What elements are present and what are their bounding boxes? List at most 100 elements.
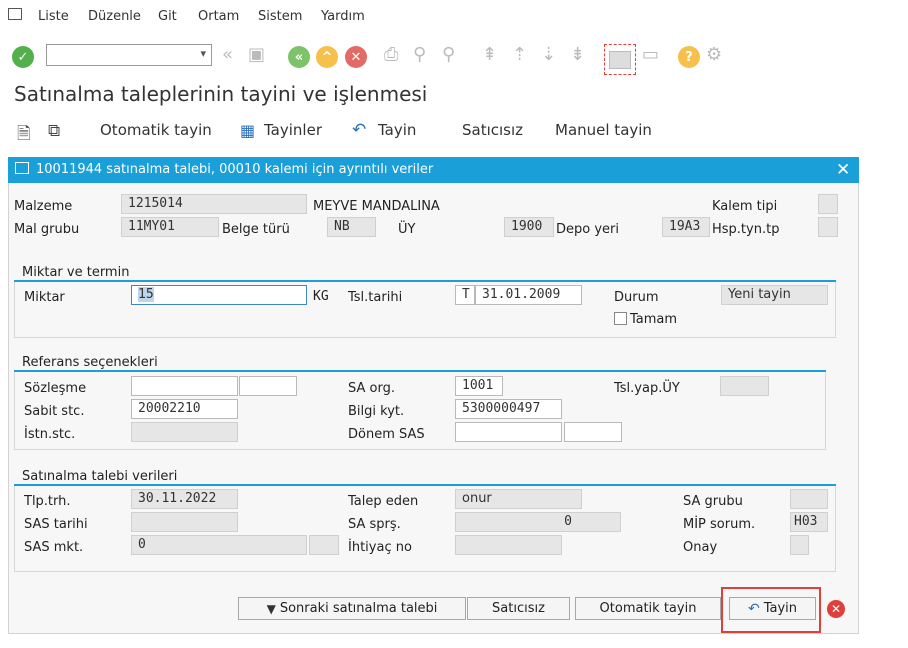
undo-icon: ↶ (747, 600, 760, 617)
sas-tarihi-field (131, 512, 238, 532)
saticisiz-button[interactable]: Satıcısız (462, 121, 523, 139)
talep-eden-label: Talep eden (348, 494, 419, 509)
malzeme-desc: MEYVE MANDALINA (313, 199, 440, 214)
miktar-input[interactable]: 15 (131, 285, 307, 305)
sas-mkt-label: SAS mkt. (24, 540, 84, 555)
tayin-button[interactable]: Tayin (378, 121, 416, 139)
otomatik-tayin-dialog-button[interactable]: Otomatik tayin (575, 597, 721, 620)
sa-org-label: SA org. (348, 381, 395, 396)
enter-check-icon[interactable]: ✓ (12, 46, 34, 68)
sa-grubu-label: SA grubu (683, 494, 743, 509)
donem-sas-label: Dönem SAS (348, 427, 425, 442)
tlp-trh-label: Tlp.trh. (24, 494, 71, 509)
onay-label: Onay (683, 540, 718, 555)
tayin-dialog-label: Tayin (763, 601, 798, 616)
chevron-down-icon[interactable]: ▾ (200, 47, 206, 60)
sa-sprs-field: 0 (455, 512, 621, 532)
menu-git[interactable]: Git (158, 9, 177, 24)
shortcut-icon: ▭ (642, 44, 660, 65)
sa-org-input[interactable]: 1001 (455, 376, 503, 396)
menu-yardim[interactable]: Yardım (321, 9, 365, 24)
belge-turu-label: Belge türü (222, 222, 290, 237)
cancel-red-icon[interactable]: ✕ (827, 600, 845, 618)
sozlesme-label: Sözleşme (24, 381, 87, 396)
istn-stc-field (131, 422, 238, 442)
tsl-tarihi-label: Tsl.tarihi (348, 290, 403, 305)
donem-sas-input-2[interactable] (564, 422, 622, 442)
mal-grubu-field: 11MY01 (121, 217, 219, 237)
bilgi-kyt-input[interactable]: 5300000497 (455, 399, 562, 419)
hsp-tyn-tp-label: Hsp.tyn.tp (712, 222, 780, 237)
mal-grubu-label: Mal grubu (14, 222, 80, 237)
otomatik-tayin-dialog-label: Otomatik tayin (599, 601, 697, 616)
find-icon: ⚲ (413, 44, 427, 65)
cancel-icon[interactable]: ✕ (345, 46, 367, 68)
command-field[interactable]: ▾ (46, 44, 212, 66)
last-page-icon: ⇟ (570, 44, 586, 65)
tayinler-button[interactable]: Tayinler (264, 121, 322, 139)
triangle-down-icon: ▼ (266, 601, 276, 616)
new-session-icon[interactable] (604, 44, 636, 75)
tayin-dialog-button[interactable]: ↶ Tayin (729, 597, 816, 620)
istn-stc-label: İstn.stc. (24, 427, 76, 442)
page-title: Satınalma taleplerinin tayini ve işlenme… (14, 82, 428, 106)
tlp-trh-field: 30.11.2022 (131, 489, 238, 509)
miktar-group-title: Miktar ve termin (22, 265, 130, 280)
menu-sistem[interactable]: Sistem (258, 9, 302, 24)
belge-turu-field: NB (327, 217, 376, 237)
sabit-stc-input[interactable]: 20002210 (131, 399, 238, 419)
otomatik-tayin-button[interactable]: Otomatik tayin (100, 121, 212, 139)
exit-icon[interactable]: ^ (316, 46, 338, 68)
next-page-icon: ⇣ (541, 44, 557, 65)
sonraki-talep-button[interactable]: ▼ Sonraki satınalma talebi (238, 597, 466, 620)
depo-yeri-field: 19A3 (662, 217, 710, 237)
miktar-label: Miktar (24, 290, 65, 305)
tsl-type-field[interactable]: T (455, 285, 475, 305)
malzeme-field: 1215014 (121, 194, 307, 214)
sas-tarihi-label: SAS tarihi (24, 517, 88, 532)
tamam-label: Tamam (630, 312, 678, 327)
save-icon: ▣ (248, 44, 266, 65)
document-icon[interactable]: 🗎 (17, 121, 31, 150)
sozlesme-kalem-input[interactable] (239, 376, 297, 396)
menu-ortam[interactable]: Ortam (198, 9, 239, 24)
kalem-tipi-label: Kalem tipi (712, 199, 778, 214)
durum-label: Durum (614, 290, 659, 305)
gear-icon: ⚙ (706, 44, 723, 65)
uy-field: 1900 (504, 217, 554, 237)
bilgi-kyt-label: Bilgi kyt. (348, 404, 405, 419)
menu-bar: Liste Düzenle Git Ortam Sistem Yardım (0, 0, 908, 35)
sozlesme-input[interactable] (131, 376, 238, 396)
table-icon: ▦ (240, 121, 256, 140)
malzeme-label: Malzeme (14, 199, 73, 214)
hsp-tyn-tp-field (818, 217, 838, 237)
sa-grubu-field (790, 489, 828, 509)
menu-liste[interactable]: Liste (38, 9, 69, 24)
tamam-checkbox[interactable] (614, 312, 627, 325)
back-icon[interactable]: « (288, 46, 310, 68)
ihtiyac-no-field (455, 535, 562, 555)
tsl-tarihi-input[interactable]: 31.01.2009 (475, 285, 582, 305)
close-icon[interactable]: ✕ (836, 160, 850, 180)
prev-page-icon: ⇡ (512, 44, 528, 65)
menu-duzenle[interactable]: Düzenle (88, 9, 141, 24)
talep-group-title: Satınalma talebi verileri (22, 469, 178, 484)
manuel-tayin-button[interactable]: Manuel tayin (555, 121, 652, 139)
ihtiyac-no-label: İhtiyaç no (348, 540, 412, 555)
saticisiz-dialog-button[interactable]: Satıcısız (467, 597, 570, 620)
donem-sas-input[interactable] (455, 422, 562, 442)
tsl-yap-uy-field (720, 376, 769, 396)
dialog-icon (15, 162, 29, 174)
sas-mkt-field: 0 (131, 535, 307, 555)
puzzle-icon[interactable]: ⧉ (48, 121, 60, 141)
help-icon[interactable]: ? (678, 46, 700, 68)
referans-group-title: Referans seçenekleri (22, 355, 158, 370)
menu-icon[interactable] (8, 8, 22, 20)
sas-mkt-unit-field (309, 535, 339, 555)
print-icon: ⎙ (384, 44, 399, 65)
uy-label: ÜY (398, 222, 416, 237)
sa-sprs-label: SA sprş. (348, 517, 401, 532)
mip-sorum-label: MİP sorum. (683, 517, 756, 532)
durum-field: Yeni tayin (721, 285, 828, 305)
dialog-title: 10011944 satınalma talebi, 00010 kalemi … (36, 162, 434, 177)
